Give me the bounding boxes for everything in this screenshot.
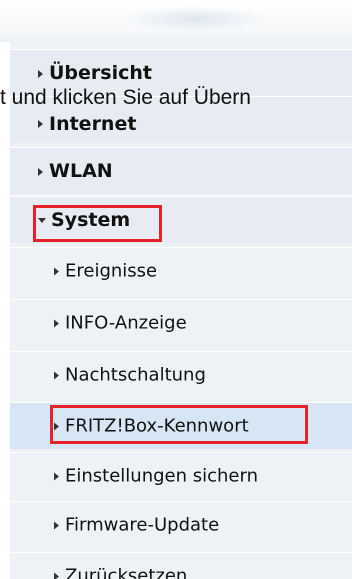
menu-item-content: Nachtschaltung xyxy=(54,365,206,386)
menu-item-content: Einstellungen sichern xyxy=(54,466,258,487)
system-highlight-box xyxy=(33,205,162,242)
menu-item-label: Nachtschaltung xyxy=(65,364,206,386)
menu-item-wlan[interactable]: WLAN xyxy=(10,147,352,194)
menu-item-content: Übersicht xyxy=(38,62,152,84)
arrow-right-icon xyxy=(54,472,59,481)
header-glow xyxy=(120,6,270,32)
arrow-right-icon xyxy=(38,167,43,176)
menu-item-label: Zurücksetzen xyxy=(65,565,188,579)
menu-item-nachtschaltung[interactable]: Nachtschaltung xyxy=(10,351,352,398)
arrow-right-icon xyxy=(38,120,43,129)
menu-item-label: Internet xyxy=(49,112,137,135)
menu-item-label: Übersicht xyxy=(49,62,152,84)
arrow-right-icon xyxy=(54,371,59,380)
arrow-right-icon xyxy=(54,572,59,579)
menu-item-content: Internet xyxy=(38,113,136,135)
menu-item-label: WLAN xyxy=(49,160,113,182)
arrow-right-icon xyxy=(54,319,59,328)
menu-item-content: Zurücksetzen xyxy=(54,566,187,579)
kennwort-highlight-box xyxy=(50,405,308,444)
menu-item-label: Ereignisse xyxy=(65,260,158,282)
arrow-right-icon xyxy=(54,267,59,276)
menu-item-label: INFO-Anzeige xyxy=(65,312,187,334)
screenshot-canvas: Übersicht Internet WLAN System Ereigniss… xyxy=(0,0,352,579)
arrow-right-icon xyxy=(38,69,43,78)
arrow-right-icon xyxy=(54,521,59,530)
menu-item-content: Firmware-Update xyxy=(54,515,219,536)
menu-item-ereignisse[interactable]: Ereignisse xyxy=(10,247,352,294)
menu-item-content: WLAN xyxy=(38,160,113,182)
menu-item-zuruecksetzen[interactable]: Zurücksetzen xyxy=(10,552,352,579)
menu-item-content: Ereignisse xyxy=(54,261,157,282)
menu-item-firmware-update[interactable]: Firmware-Update xyxy=(10,501,352,548)
menu-item-label: Einstellungen sichern xyxy=(65,465,258,487)
menu-item-content: INFO-Anzeige xyxy=(54,313,187,334)
menu-item-info-anzeige[interactable]: INFO-Anzeige xyxy=(10,299,352,346)
instruction-text: t und klicken Sie auf Übern xyxy=(0,86,251,109)
menu-item-einstellungen-sichern[interactable]: Einstellungen sichern xyxy=(10,452,352,499)
menu-item-label: Firmware-Update xyxy=(65,514,220,536)
